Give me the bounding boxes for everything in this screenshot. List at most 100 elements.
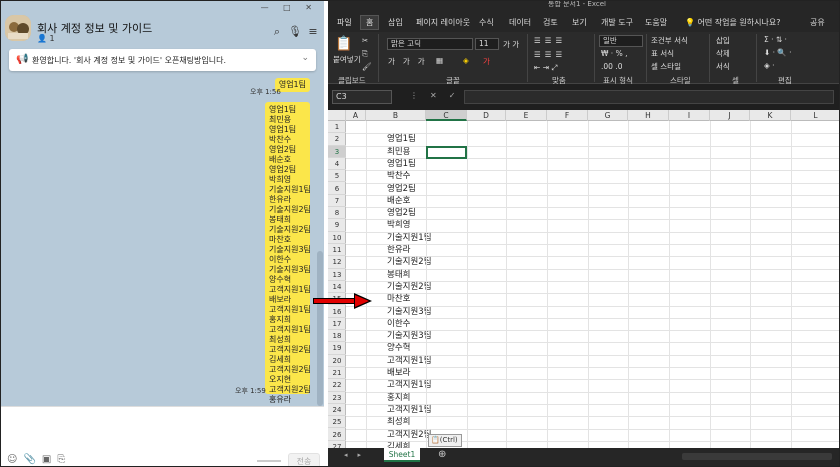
cell-b8[interactable]: 영업2팀 [387, 207, 416, 219]
insert-cells-button[interactable]: 삽입 [716, 35, 730, 46]
cell-b18[interactable]: 기술지원3팀 [387, 330, 432, 342]
align-left-icons[interactable]: ☰☰☰ [534, 50, 566, 59]
worksheet-grid[interactable]: ABCDEFGHIJKL 123456789101112131415161718… [328, 110, 839, 448]
cut-icon[interactable]: ✂ [362, 36, 368, 45]
cell-b4[interactable]: 영업1팀 [387, 158, 416, 170]
chat-avatar[interactable] [5, 15, 31, 41]
file-icon[interactable]: ⎘ [57, 454, 71, 465]
row-header[interactable]: 21 [328, 367, 346, 380]
row-header[interactable]: 24 [328, 404, 346, 417]
share-button[interactable]: 공유 [810, 17, 825, 28]
column-header-f[interactable]: F [547, 110, 588, 121]
delete-cells-button[interactable]: 삭제 [716, 48, 730, 59]
conditional-format-button[interactable]: 조건부 서식 [651, 35, 688, 46]
select-all-corner[interactable] [328, 110, 346, 121]
paste-options-button[interactable]: 📋(Ctrl) ▾ [428, 434, 462, 448]
tab-view[interactable]: 보기 [572, 17, 587, 28]
input-toolbar[interactable]: ☺📎▣⎘ [7, 454, 71, 465]
column-header-k[interactable]: K [750, 110, 791, 121]
notice-banner[interactable]: 📢 환영합니다. '회사 계정 정보 및 가이드' 오픈채팅방입니다. ⌄ [9, 49, 316, 71]
row-header[interactable]: 17 [328, 318, 346, 331]
cell-b21[interactable]: 배보라 [387, 367, 410, 379]
column-header-d[interactable]: D [467, 110, 506, 121]
border-icon[interactable]: ▦ [436, 56, 443, 65]
mic-icon[interactable]: 🎙 [288, 25, 302, 39]
row-header[interactable]: 12 [328, 256, 346, 269]
column-header-j[interactable]: J [710, 110, 750, 121]
format-painter-icon[interactable]: 🖌 [362, 62, 372, 71]
cell-b5[interactable]: 박찬수 [387, 170, 410, 182]
format-cells-button[interactable]: 서식 [716, 61, 730, 72]
cell-b24[interactable]: 고객지원1팀 [387, 404, 432, 416]
tab-help[interactable]: 도움말 [645, 17, 667, 28]
transparency-slider[interactable] [257, 460, 281, 462]
fill-color-icon[interactable]: ◈ [463, 56, 469, 65]
sheet-tab[interactable]: Sheet1 [384, 448, 420, 462]
row-header[interactable]: 7 [328, 195, 346, 208]
cell-b19[interactable]: 양수혁 [387, 342, 410, 354]
row-header[interactable]: 5 [328, 170, 346, 183]
formula-input[interactable] [464, 90, 834, 104]
row-header[interactable]: 11 [328, 244, 346, 257]
horizontal-scrollbar[interactable] [682, 453, 832, 460]
font-color-icon[interactable]: 가 [483, 56, 490, 67]
selected-cell[interactable] [426, 146, 467, 159]
cell-b7[interactable]: 배순호 [387, 195, 410, 207]
cell-b10[interactable]: 기술지원1팀 [387, 232, 432, 244]
column-header-g[interactable]: G [588, 110, 628, 121]
chevron-down-icon[interactable]: ⌄ [301, 53, 309, 63]
cell-b22[interactable]: 고객지원1팀 [387, 379, 432, 391]
cell-style-button[interactable]: 셀 스타일 [651, 61, 681, 72]
tab-formulas[interactable]: 수식 [479, 17, 494, 28]
row-header[interactable]: 2 [328, 133, 346, 146]
column-header-e[interactable]: E [506, 110, 547, 121]
tab-developer[interactable]: 개발 도구 [601, 17, 633, 28]
cell-b17[interactable]: 이한수 [387, 318, 410, 330]
cell-b23[interactable]: 홍지희 [387, 392, 410, 404]
copy-icon[interactable]: ⎘ [362, 49, 368, 59]
cell-b12[interactable]: 기술지원2팀 [387, 256, 432, 268]
font-grow-icon[interactable]: 가 가 [503, 39, 519, 50]
search-icon[interactable]: ⌕ [270, 25, 284, 39]
cell-b15[interactable]: 마찬호 [387, 293, 410, 305]
currency-icon[interactable]: ₩ · % , [601, 49, 627, 58]
row-header[interactable]: 13 [328, 269, 346, 281]
align-top-icons[interactable]: ☰☰☰ [534, 36, 566, 45]
tab-insert[interactable]: 삽입 [388, 17, 403, 28]
send-button[interactable]: 전송 [288, 453, 320, 466]
row-header[interactable]: 1 [328, 121, 346, 134]
cell-b9[interactable]: 박희영 [387, 219, 410, 231]
column-header-c[interactable]: C [426, 110, 467, 121]
clear-icon[interactable]: ◈ · [764, 61, 775, 70]
row-header[interactable]: 6 [328, 183, 346, 195]
row-header[interactable]: 23 [328, 392, 346, 404]
row-header[interactable]: 10 [328, 232, 346, 244]
row-header[interactable]: 14 [328, 281, 346, 294]
column-header-a[interactable]: A [346, 110, 366, 121]
row-header[interactable]: 26 [328, 429, 346, 441]
font-size-select[interactable]: 11 [475, 38, 499, 50]
cell-b20[interactable]: 고객지원1팀 [387, 355, 432, 367]
paste-button[interactable]: 붙여넣기 [333, 54, 361, 65]
emoji-icon[interactable]: ☺ [7, 454, 23, 465]
cell-b27[interactable]: 김세희 [387, 441, 410, 448]
paste-icon[interactable]: 📋 [335, 36, 352, 52]
column-header-l[interactable]: L [791, 110, 839, 121]
tab-home[interactable]: 홈 [360, 15, 380, 30]
font-name-select[interactable]: 맑은 고딕 [387, 38, 473, 50]
cell-b16[interactable]: 기술지원3팀 [387, 306, 432, 318]
tab-data[interactable]: 데이터 [509, 17, 531, 28]
cell-b25[interactable]: 최성희 [387, 416, 410, 428]
tell-me-search[interactable]: 💡 어떤 작업을 원하시나요? [685, 17, 780, 28]
sheet-nav-arrows[interactable]: ◂▸ [344, 451, 371, 459]
row-header[interactable]: 27 [328, 441, 346, 448]
column-header-b[interactable]: B [366, 110, 426, 121]
row-header[interactable]: 25 [328, 416, 346, 429]
attach-icon[interactable]: 📎 [23, 454, 41, 465]
window-controls[interactable]: — □ ✕ [261, 3, 318, 12]
capture-icon[interactable]: ▣ [42, 454, 57, 465]
name-box[interactable]: C3 [332, 90, 392, 104]
row-header[interactable]: 4 [328, 158, 346, 171]
cell-b2[interactable]: 영업1팀 [387, 133, 416, 145]
table-format-button[interactable]: 표 서식 [651, 48, 674, 59]
